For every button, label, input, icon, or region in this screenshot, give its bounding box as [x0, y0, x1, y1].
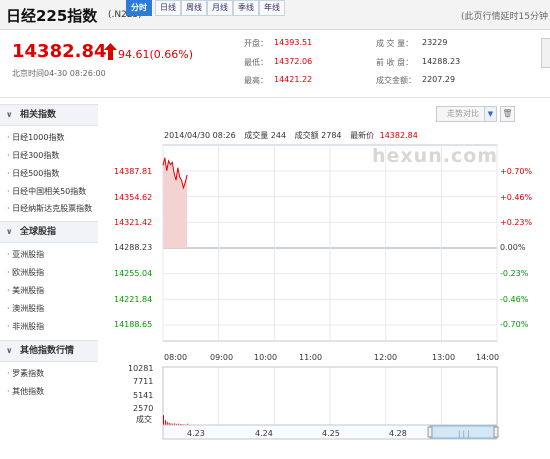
volume-axis-label: 成交	[136, 415, 152, 424]
y-tick-left: 14387.81	[114, 167, 153, 176]
volume-tick: 2570	[133, 404, 154, 413]
volume-bar	[163, 415, 164, 425]
x-tick: 09:00	[210, 353, 234, 362]
y-tick-left: 14255.04	[114, 269, 153, 278]
x-tick: 13:00	[432, 353, 456, 362]
volume-tick: 10281	[128, 364, 154, 373]
grip-lines-icon: | | |	[458, 430, 470, 438]
y-tick-left: 14221.84	[114, 295, 153, 304]
x-tick: 10:00	[254, 353, 278, 362]
x-tick: 14:00	[476, 353, 500, 362]
y-tick-left: 14288.23	[114, 243, 153, 252]
y-tick-left: 14188.65	[114, 320, 153, 329]
x-tick: 08:00	[164, 353, 188, 362]
date-tick: 4.24	[255, 429, 273, 438]
range-grip-left[interactable]	[427, 426, 433, 438]
x-tick: 12:00	[374, 353, 398, 362]
volume-tick: 7711	[133, 377, 154, 386]
date-tick: 4.23	[187, 429, 205, 438]
range-grip-right[interactable]	[493, 426, 499, 438]
y-tick-right: +0.46%	[500, 193, 533, 202]
date-tick: 4.28	[389, 429, 407, 438]
volume-bar	[164, 420, 166, 425]
y-tick-right: +0.70%	[500, 167, 533, 176]
date-tick: 4.25	[322, 429, 340, 438]
y-tick-right: -0.70%	[500, 320, 529, 329]
y-tick-right: 0.00%	[500, 243, 526, 252]
y-tick-right: -0.23%	[500, 269, 529, 278]
y-tick-right: -0.46%	[500, 295, 529, 304]
watermark: hexun.com	[372, 145, 499, 167]
y-tick-right: +0.23%	[500, 218, 533, 227]
intraday-chart: | | |	[162, 144, 499, 440]
x-tick: 11:00	[299, 353, 323, 362]
y-tick-left: 14354.62	[114, 193, 153, 202]
volume-tick: 5141	[133, 391, 154, 400]
y-tick-left: 14321.42	[114, 218, 153, 227]
